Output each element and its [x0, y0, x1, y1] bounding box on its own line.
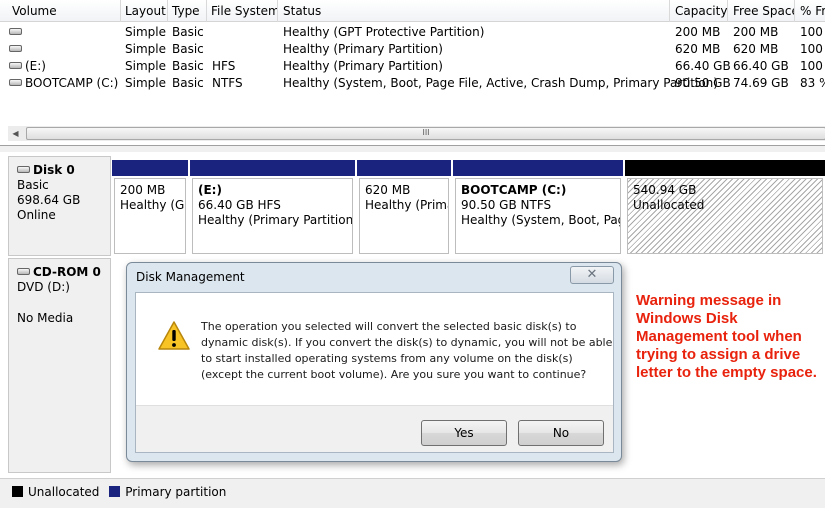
partition-band	[357, 160, 451, 176]
drive-icon	[9, 62, 22, 69]
dialog-message: The operation you selected will convert …	[201, 320, 613, 381]
partition-e[interactable]: (E:) 66.40 GB HFS Healthy (Primary Parti…	[190, 160, 355, 256]
no-button[interactable]: No	[518, 420, 604, 446]
cdrom-0-label[interactable]: CD-ROM 0 DVD (D:) No Media	[8, 258, 111, 473]
disk-management-dialog: Disk Management ✕ The operation you sele…	[126, 262, 622, 462]
scroll-left-arrow-icon[interactable]: ◀	[8, 126, 23, 141]
legend: Unallocated Primary partition	[0, 478, 825, 508]
partition-bootcamp[interactable]: BOOTCAMP (C:) 90.50 GB NTFS Healthy (Sys…	[453, 160, 623, 256]
drive-icon	[9, 45, 22, 52]
column-header-file-system[interactable]: File System	[207, 0, 278, 22]
volume-list[interactable]: Volume Layout Type File System Status Ca…	[0, 0, 825, 146]
dialog-title[interactable]: Disk Management	[127, 263, 621, 291]
drive-icon	[9, 28, 22, 35]
partition-band	[625, 160, 825, 176]
column-header-volume[interactable]: Volume	[0, 0, 121, 22]
cdrom-icon	[17, 268, 30, 275]
partition-620mb[interactable]: 620 MB Healthy (Prima	[357, 160, 451, 256]
drive-icon	[9, 79, 22, 86]
disk-0-label[interactable]: Disk 0 Basic 698.64 GB Online	[8, 156, 111, 256]
column-header-layout[interactable]: Layout	[121, 0, 168, 22]
volume-list-header: Volume Layout Type File System Status Ca…	[0, 0, 825, 22]
volume-row[interactable]: (E:) Simple Basic HFS Healthy (Primary P…	[0, 58, 825, 75]
column-header-percent-free[interactable]: % Fr	[795, 0, 825, 22]
volume-row[interactable]: Simple Basic Healthy (GPT Protective Par…	[0, 24, 825, 41]
volume-row[interactable]: BOOTCAMP (C:) Simple Basic NTFS Healthy …	[0, 75, 825, 92]
column-header-type[interactable]: Type	[168, 0, 207, 22]
disk-icon	[17, 166, 30, 173]
column-header-status[interactable]: Status	[278, 0, 670, 22]
annotation-text: Warning message in Windows Disk Manageme…	[636, 292, 817, 381]
close-icon[interactable]: ✕	[570, 266, 614, 284]
partition-band	[453, 160, 623, 176]
unallocated-swatch	[12, 486, 23, 497]
horizontal-scrollbar[interactable]: ◀ III	[8, 126, 825, 141]
primary-partition-swatch	[109, 486, 121, 497]
partition-band	[190, 160, 355, 176]
partition-band	[112, 160, 188, 176]
scrollbar-thumb[interactable]: III	[26, 127, 825, 140]
partition-unallocated[interactable]: 540.94 GB Unallocated	[625, 160, 825, 256]
warning-icon	[158, 321, 190, 350]
column-header-capacity[interactable]: Capacity	[670, 0, 728, 22]
volume-row[interactable]: Simple Basic Healthy (Primary Partition)…	[0, 41, 825, 58]
partition-gpt-protective[interactable]: 200 MB Healthy (GP	[112, 160, 188, 256]
column-header-free-space[interactable]: Free Space	[728, 0, 795, 22]
yes-button[interactable]: Yes	[421, 420, 507, 446]
